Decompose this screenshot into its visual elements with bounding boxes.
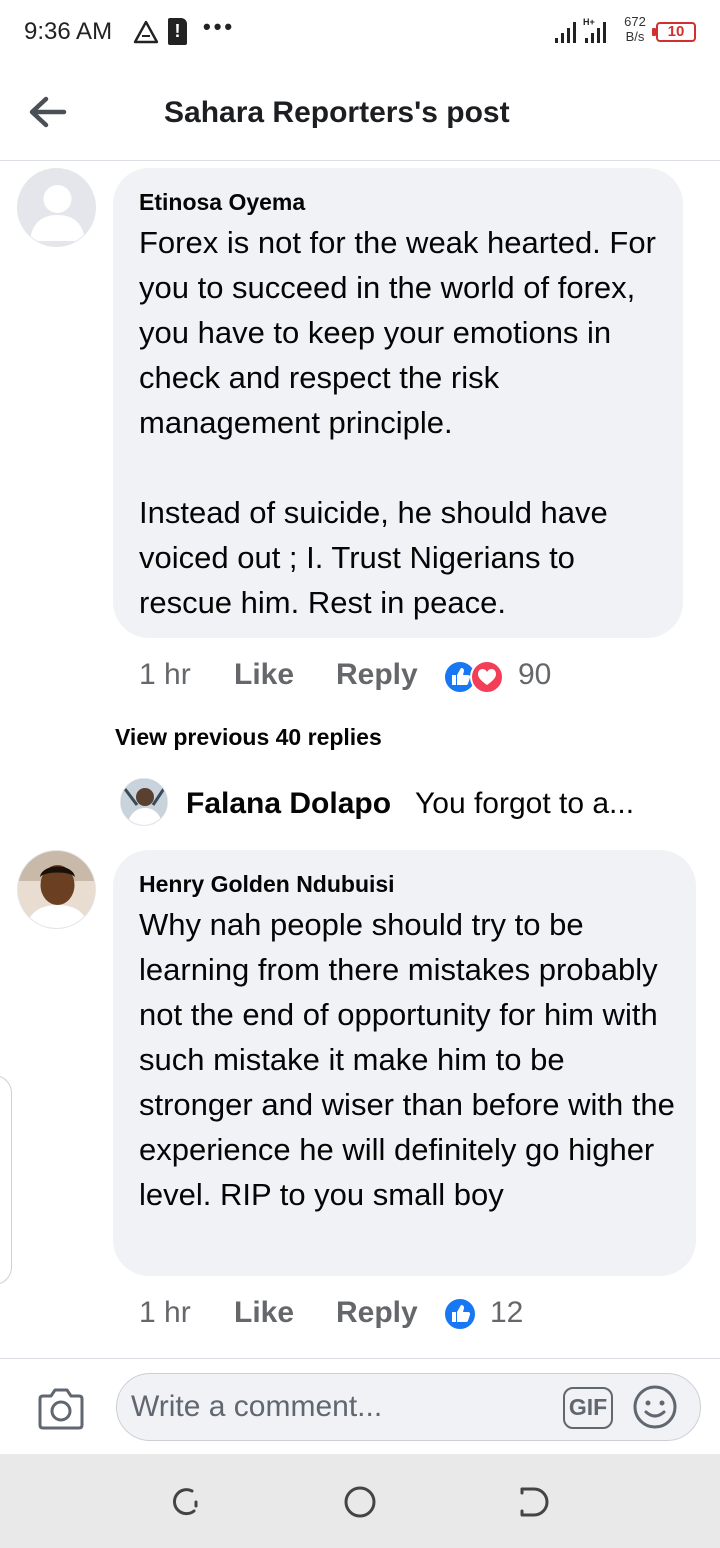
avatar [120,778,168,826]
back-nav-icon[interactable] [514,1482,554,1522]
reply-preview[interactable]: Falana Dolapo You forgot to a... [120,776,700,830]
network-speed-unit: B/s [625,29,645,44]
default-avatar-icon [30,185,85,241]
floating-edge-handle[interactable] [0,1075,12,1285]
signal-icon: H+ [555,17,606,43]
love-reaction-icon[interactable] [470,660,504,694]
user-photo-icon [121,779,167,825]
comment-composer: GIF [0,1358,720,1454]
reply-snippet: You forgot to a... [415,787,635,820]
avatar[interactable] [17,850,96,929]
comment-author[interactable]: Henry Golden Ndubuisi [139,871,395,898]
page: 9:36 AM ! ••• H+ 672 B/s 10 Sahara Repor… [0,0,720,1548]
home-icon[interactable] [340,1482,380,1522]
gif-button[interactable]: GIF [563,1387,613,1429]
status-bar: 9:36 AM ! ••• H+ 672 B/s 10 [0,0,720,66]
net-type-label: H+ [583,17,595,27]
more-notifications-icon: ••• [203,14,236,39]
warning-icon [133,20,159,44]
comment-time: 1 hr [139,658,191,691]
comment-text: Forex is not for the weak hearted. For y… [139,225,656,620]
sd-card-icon: ! [168,18,187,45]
reaction-count[interactable]: 12 [490,1296,523,1330]
reaction-count[interactable]: 90 [518,658,551,692]
user-photo-icon [18,851,95,928]
view-previous-replies[interactable]: View previous 40 replies [115,724,382,751]
battery-icon: 10 [652,22,696,42]
network-speed: 672 B/s [620,14,650,44]
reply-button[interactable]: Reply [336,658,418,692]
reply-author: Falana Dolapo [186,787,392,820]
comment-author[interactable]: Etinosa Oyema [139,189,305,216]
recents-icon[interactable] [166,1482,206,1522]
camera-icon[interactable] [36,1387,86,1431]
system-nav-bar [0,1454,720,1548]
like-button[interactable]: Like [234,658,294,692]
status-time: 9:36 AM [24,18,113,45]
page-title: Sahara Reporters's post [164,96,510,129]
comment-time: 1 hr [139,1296,191,1329]
post-header: Sahara Reporters's post [0,66,720,161]
network-speed-value: 672 [624,14,646,29]
avatar[interactable] [17,168,96,247]
emoji-icon[interactable] [631,1383,679,1431]
like-reaction-icon[interactable] [443,1297,477,1331]
comment-input-box[interactable]: GIF [116,1373,701,1441]
back-arrow-icon[interactable] [26,92,70,132]
like-button[interactable]: Like [234,1296,294,1330]
reply-button[interactable]: Reply [336,1296,418,1330]
comment-input[interactable] [131,1384,551,1430]
comment-text: Why nah people should try to be learning… [139,907,675,1212]
